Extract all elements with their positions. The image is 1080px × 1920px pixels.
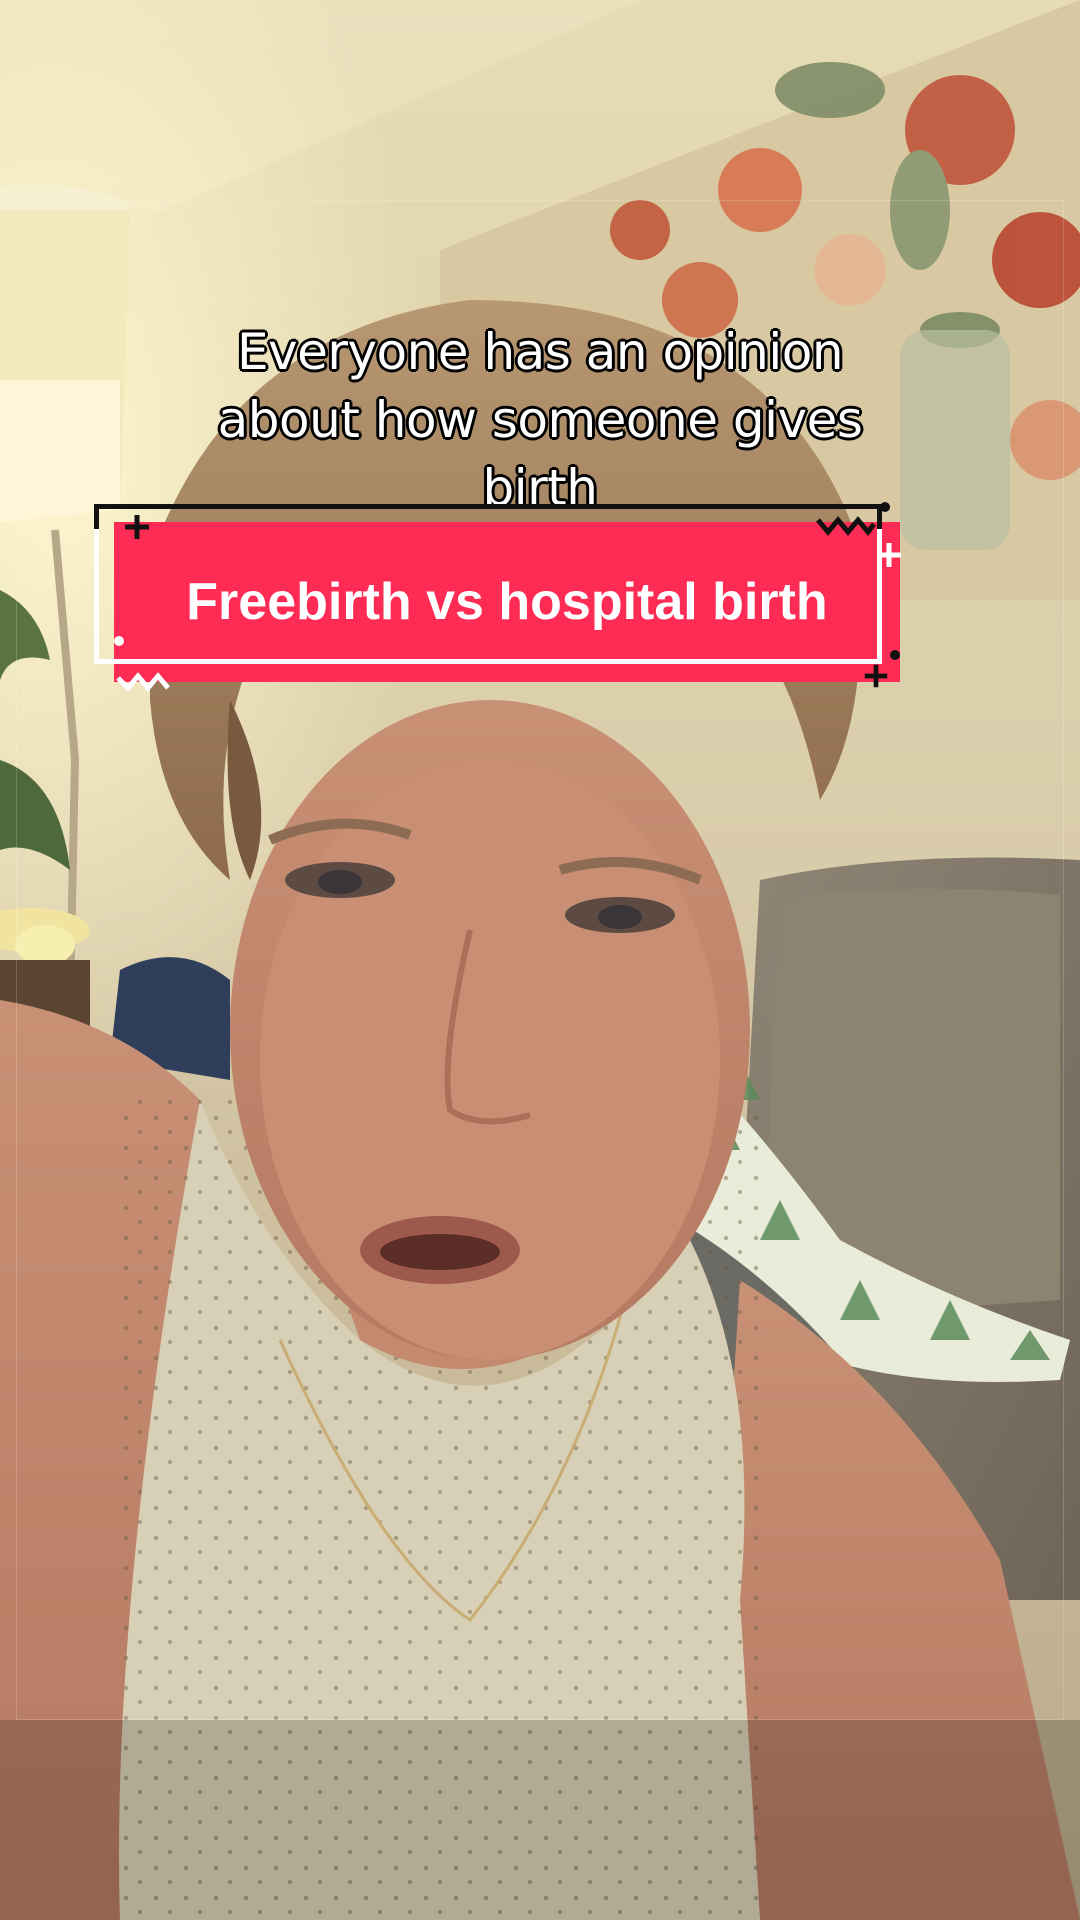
- zigzag-icon: [816, 516, 876, 536]
- plus-icon: [877, 543, 901, 567]
- caption-line-2: about how someone gives: [217, 391, 863, 449]
- plus-icon: [864, 664, 888, 688]
- dot-icon: [114, 636, 124, 646]
- video-frame: [0, 0, 1080, 1920]
- sticker-text: Freebirth vs hospital birth: [186, 573, 828, 631]
- video-caption: Everyone has an opinion about how someon…: [90, 318, 990, 506]
- caption-line-1: Everyone has an opinion: [236, 323, 844, 381]
- zigzag-icon: [116, 672, 170, 692]
- caption-line-3: birth: [482, 459, 598, 506]
- plus-icon: [125, 515, 149, 539]
- title-sticker[interactable]: Freebirth vs hospital birth: [90, 500, 910, 692]
- dot-icon: [880, 502, 890, 512]
- dot-icon: [890, 650, 900, 660]
- caption-line-3-clip: birth: [90, 454, 990, 506]
